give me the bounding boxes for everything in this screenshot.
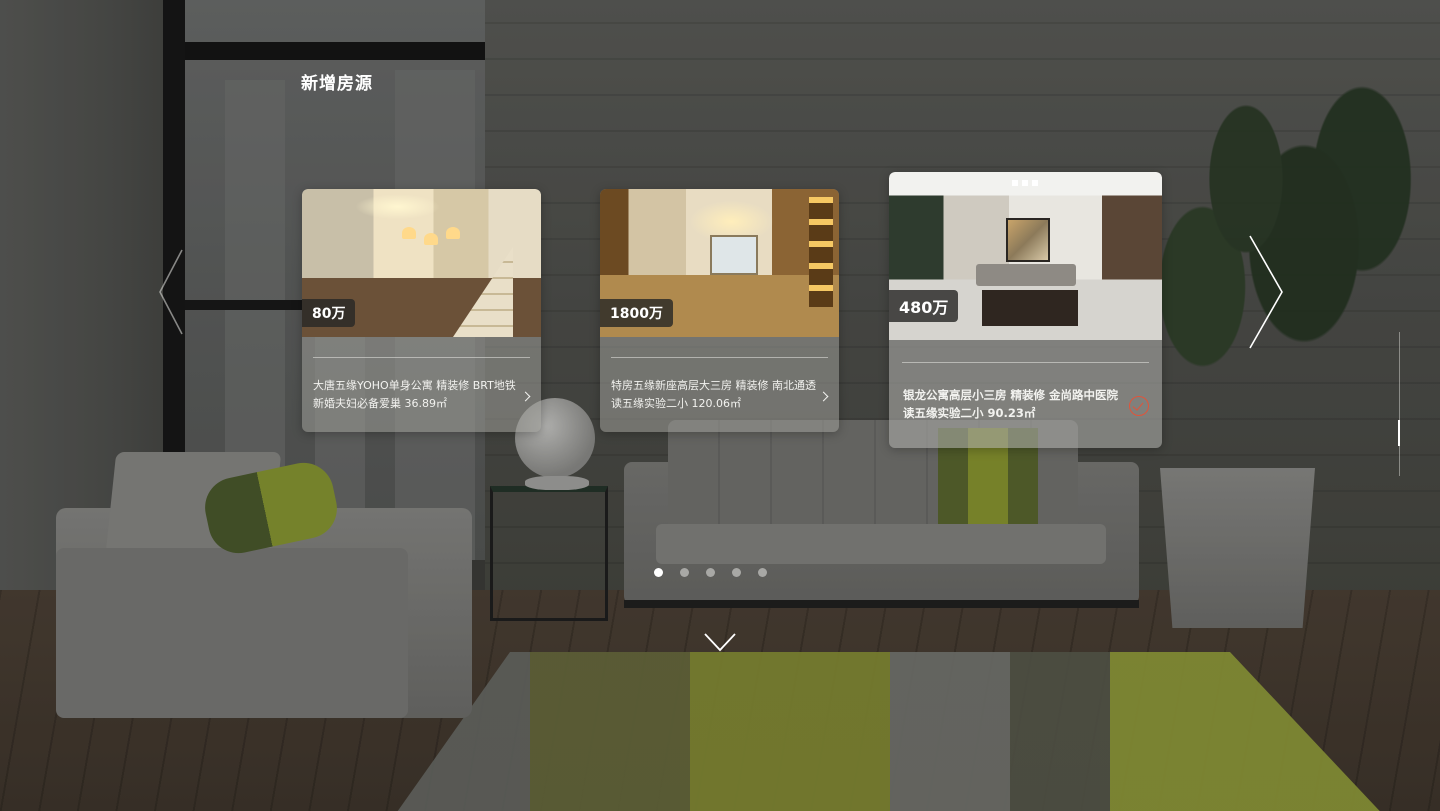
divider — [313, 357, 530, 358]
price-badge: 480万 — [889, 290, 959, 322]
pagination-dot[interactable] — [706, 568, 715, 577]
listing-photo: 480万 — [889, 172, 1162, 340]
vertical-scroll-thumb[interactable] — [1398, 420, 1400, 446]
listing-description: 大唐五缘YOHO单身公寓 精装修 BRT地铁 新婚夫妇必备爱巢 36.89㎡ — [313, 377, 516, 413]
pagination-dot[interactable] — [732, 568, 741, 577]
chevron-down-icon[interactable] — [703, 632, 737, 652]
listing-description: 特房五缘新座高层大三房 精装修 南北通透 读五缘实验二小 120.06㎡ — [611, 377, 816, 413]
vertical-scroll-track[interactable] — [1399, 332, 1400, 476]
listing-description-line: 大唐五缘YOHO单身公寓 精装修 BRT地铁 — [313, 379, 516, 392]
listing-description-line: 特房五缘新座高层大三房 精装修 南北通透 — [611, 379, 816, 392]
listing-description-line: 读五缘实验二小 90.23㎡ — [903, 406, 1036, 420]
listing-description-line: 新婚夫妇必备爱巢 36.89㎡ — [313, 397, 447, 410]
listing-card-selected[interactable]: 480万 银龙公寓高层小三房 精装修 金尚路中医院 读五缘实验二小 90.23㎡ — [889, 172, 1162, 448]
listing-description-line: 读五缘实验二小 120.06㎡ — [611, 397, 741, 410]
listing-description-line: 银龙公寓高层小三房 精装修 金尚路中医院 — [903, 388, 1119, 402]
pagination-dot-active[interactable] — [654, 568, 663, 577]
price-badge: 1800万 — [600, 299, 673, 327]
chevron-left-icon[interactable] — [158, 248, 184, 336]
listing-card[interactable]: 80万 大唐五缘YOHO单身公寓 精装修 BRT地铁 新婚夫妇必备爱巢 36.8… — [302, 189, 541, 432]
listing-description: 银龙公寓高层小三房 精装修 金尚路中医院 读五缘实验二小 90.23㎡ — [903, 386, 1118, 422]
price-badge: 80万 — [302, 299, 356, 327]
listing-card[interactable]: 1800万 特房五缘新座高层大三房 精装修 南北通透 读五缘实验二小 120.0… — [600, 189, 839, 432]
pagination-dot[interactable] — [680, 568, 689, 577]
pagination-dot[interactable] — [758, 568, 767, 577]
section-title: 新增房源 — [301, 74, 373, 94]
chevron-right-small-icon[interactable] — [520, 391, 531, 402]
chevron-right-icon[interactable] — [1248, 234, 1284, 350]
check-circle-icon[interactable] — [1129, 396, 1149, 416]
pagination-dots — [654, 568, 767, 577]
divider — [611, 357, 828, 358]
divider — [902, 362, 1149, 363]
chevron-right-small-icon[interactable] — [818, 391, 829, 402]
listing-photo: 80万 — [302, 189, 541, 337]
listing-photo: 1800万 — [600, 189, 839, 337]
